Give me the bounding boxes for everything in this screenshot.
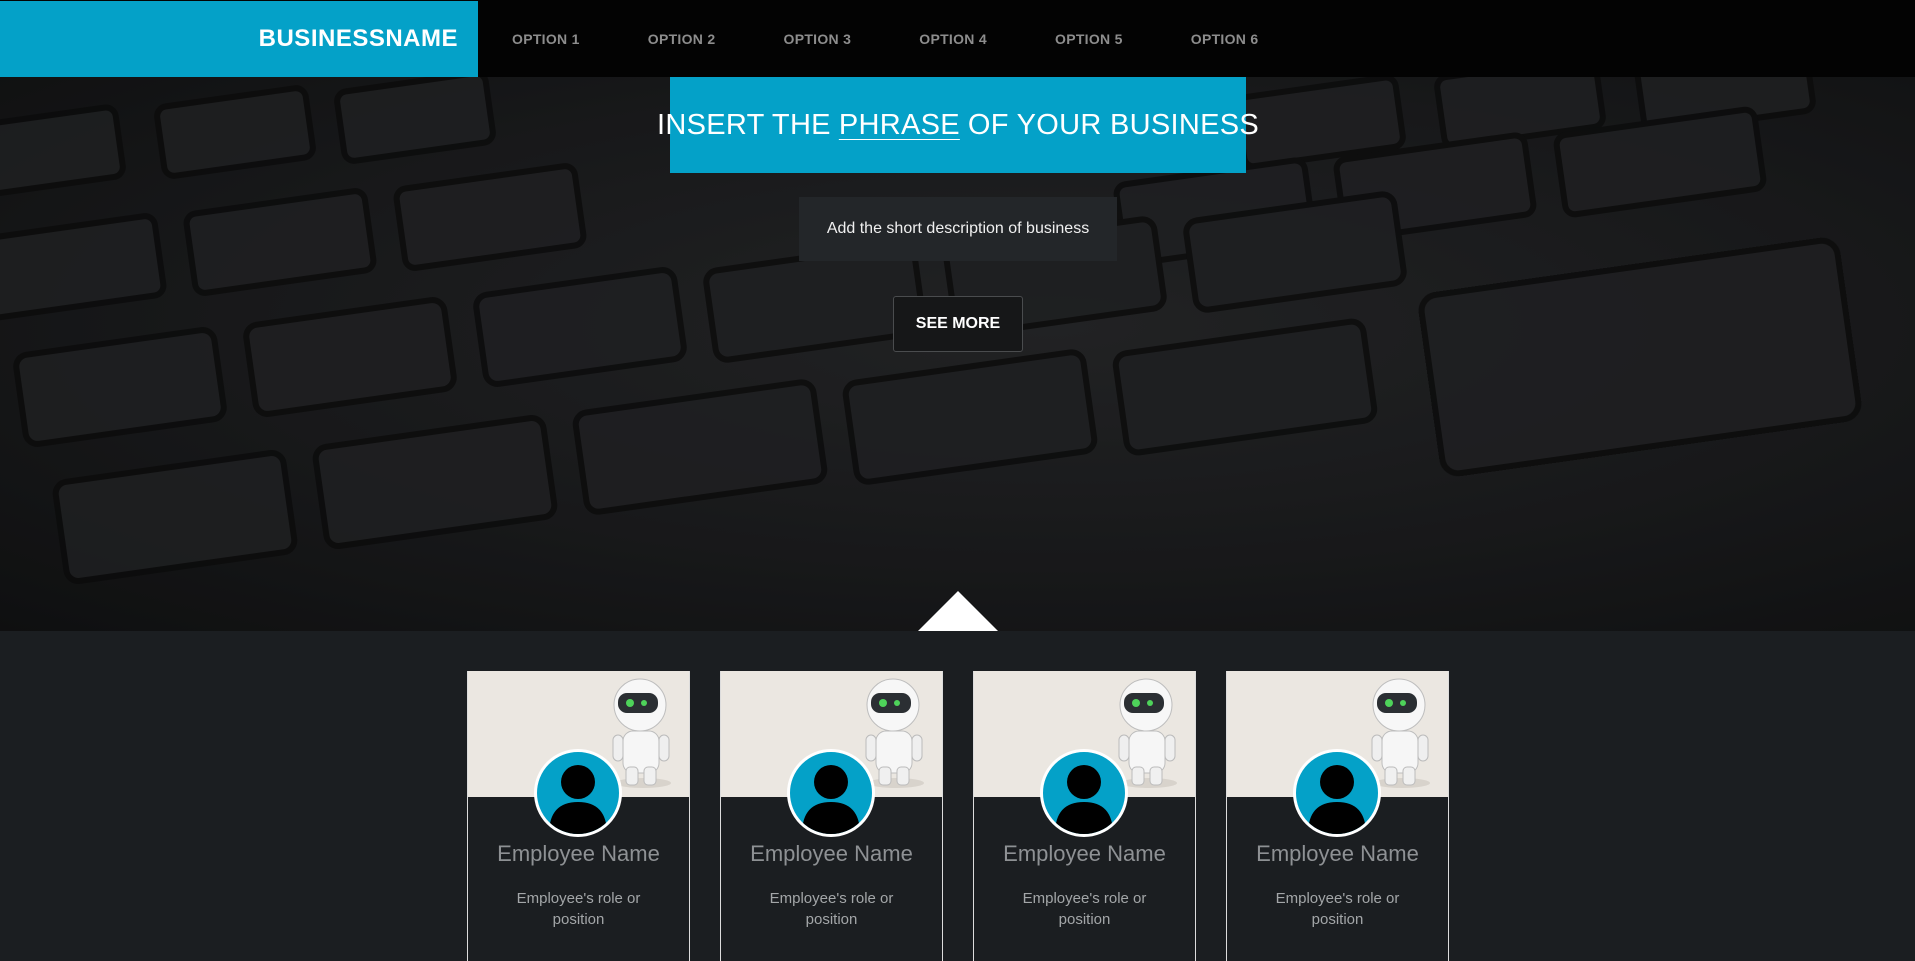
user-silhouette-icon <box>1293 749 1381 837</box>
user-silhouette-icon <box>534 749 622 837</box>
triangle-up-icon <box>918 591 998 631</box>
employee-role: Employee's role or position <box>516 890 641 928</box>
see-more-button[interactable]: SEE MORE <box>893 296 1023 352</box>
employee-role: Employee's role or position <box>1275 890 1400 928</box>
hero-headline: INSERT THE PHRASE OF YOUR BUSINESS <box>657 77 1259 173</box>
nav-option-4[interactable]: OPTION 4 <box>919 31 987 47</box>
employee-role: Employee's role or position <box>769 890 894 928</box>
headline-text-start: INSERT THE <box>657 108 831 141</box>
employee-card[interactable]: Employee Name Employee's role or positio… <box>720 671 943 961</box>
user-silhouette-icon <box>787 749 875 837</box>
brand-logo[interactable]: BUSINESSNAME <box>0 1 478 77</box>
employee-card[interactable]: Employee Name Employee's role or positio… <box>1226 671 1449 961</box>
nav-option-2[interactable]: OPTION 2 <box>648 31 716 47</box>
employee-role: Employee's role or position <box>1022 890 1147 928</box>
nav-option-6[interactable]: OPTION 6 <box>1191 31 1259 47</box>
nav-option-5[interactable]: OPTION 5 <box>1055 31 1123 47</box>
employee-name: Employee Name <box>750 841 913 866</box>
team-section: Employee Name Employee's role or positio… <box>0 631 1915 961</box>
nav-option-3[interactable]: OPTION 3 <box>784 31 852 47</box>
employee-name: Employee Name <box>1003 841 1166 866</box>
employee-card[interactable]: Employee Name Employee's role or positio… <box>973 671 1196 961</box>
employee-name: Employee Name <box>497 841 660 866</box>
employee-card[interactable]: Employee Name Employee's role or positio… <box>467 671 690 961</box>
hero-description: Add the short description of business <box>799 197 1117 261</box>
nav-option-1[interactable]: OPTION 1 <box>512 31 580 47</box>
nav-menu: OPTION 1 OPTION 2 OPTION 3 OPTION 4 OPTI… <box>478 0 1327 77</box>
top-navbar: BUSINESSNAME OPTION 1 OPTION 2 OPTION 3 … <box>0 0 1915 77</box>
user-silhouette-icon <box>1040 749 1128 837</box>
headline-text-end: OF YOUR BUSINESS <box>967 108 1259 141</box>
headline-underlined-word: PHRASE <box>838 108 960 141</box>
hero-section: INSERT THE PHRASE OF YOUR BUSINESS Add t… <box>0 77 1915 631</box>
employee-name: Employee Name <box>1256 841 1419 866</box>
